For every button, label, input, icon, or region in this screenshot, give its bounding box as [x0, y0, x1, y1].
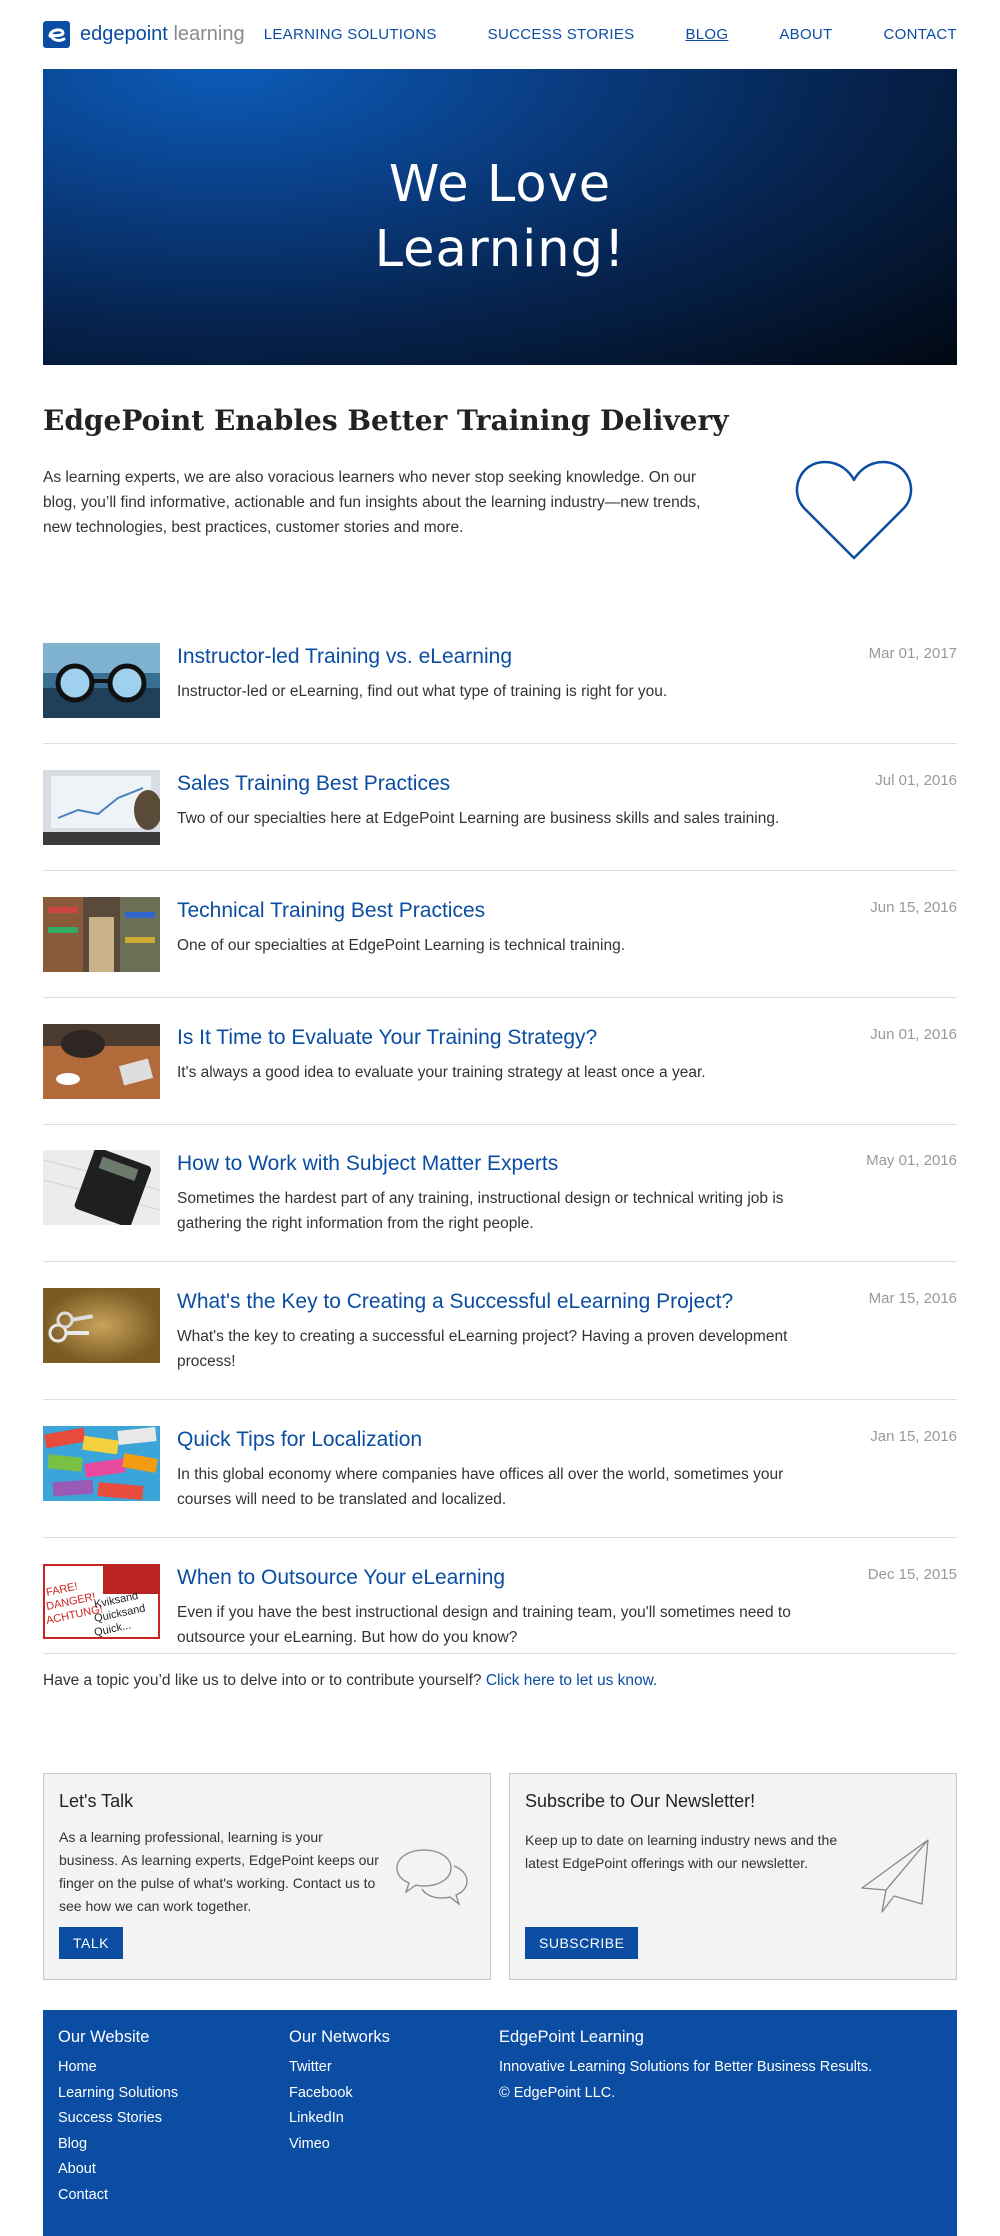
post-date: Jun 15, 2016	[870, 899, 957, 916]
footer-link-linkedin[interactable]: LinkedIn	[289, 2106, 390, 2132]
nav-blog[interactable]: BLOG	[685, 26, 728, 43]
list-item[interactable]: Instructor-led Training vs. eLearning In…	[43, 643, 957, 744]
post-title[interactable]: Sales Training Best Practices	[177, 772, 450, 796]
footer-networks-column: Our Networks Twitter Facebook LinkedIn V…	[289, 2028, 390, 2157]
chat-bubbles-icon	[396, 1849, 468, 1906]
newsletter-text: Keep up to date on learning industry new…	[525, 1832, 838, 1871]
post-thumbnail-store[interactable]	[43, 897, 160, 972]
post-desc: In this global economy where companies h…	[177, 1466, 784, 1508]
list-item[interactable]: Sales Training Best Practices Two of our…	[43, 770, 957, 871]
footer-company-heading: EdgePoint Learning	[499, 2028, 644, 2046]
list-item[interactable]: Technical Training Best Practices One of…	[43, 897, 957, 998]
post-title[interactable]: Instructor-led Training vs. eLearning	[177, 645, 512, 669]
lets-talk-title: Let's Talk	[59, 1791, 134, 1811]
footer-website-heading: Our Website	[58, 2028, 150, 2046]
list-item[interactable]: Is It Time to Evaluate Your Training Str…	[43, 1024, 957, 1125]
lets-talk-text: As a learning professional, learning is …	[59, 1829, 379, 1914]
post-thumbnail-keys[interactable]	[43, 1288, 160, 1363]
site-header: edgepoint learning LEARNING SOLUTIONS SU…	[43, 0, 957, 69]
footer-company-column: EdgePoint Learning Innovative Learning S…	[499, 2028, 872, 2106]
lets-talk-box: Let's Talk As a learning professional, l…	[43, 1773, 491, 1980]
post-desc: Even if you have the best instructional …	[177, 1604, 791, 1646]
heart-icon	[795, 460, 913, 560]
footer-link-facebook[interactable]: Facebook	[289, 2081, 390, 2107]
post-date: Dec 15, 2015	[867, 1566, 957, 1583]
post-title[interactable]: When to Outsource Your eLearning	[177, 1566, 505, 1590]
site-footer: Our Website Home Learning Solutions Succ…	[43, 2010, 957, 2236]
footer-link-blog[interactable]: Blog	[58, 2132, 178, 2158]
post-thumbnail-laptop[interactable]	[43, 770, 160, 845]
paper-plane-icon	[861, 1839, 929, 1913]
post-date: Jan 15, 2016	[870, 1428, 957, 1445]
post-thumbnail-quicksand-sign[interactable]: FARE! DANGER! ACHTUNG! Kviksand Quicksand Qui…	[43, 1564, 160, 1639]
post-title[interactable]: Technical Training Best Practices	[177, 899, 485, 923]
post-title[interactable]: What's the Key to Creating a Successful …	[177, 1290, 733, 1314]
post-title[interactable]: How to Work with Subject Matter Experts	[177, 1152, 558, 1176]
newsletter-title: Subscribe to Our Newsletter!	[525, 1791, 756, 1811]
nav-contact[interactable]: CONTACT	[884, 26, 957, 43]
subscribe-button[interactable]: SUBSCRIBE	[525, 1927, 639, 1959]
list-item[interactable]: Quick Tips for Localization In this glob…	[43, 1426, 957, 1538]
main-nav: LEARNING SOLUTIONS SUCCESS STORIES BLOG …	[264, 26, 957, 43]
post-title[interactable]: Is It Time to Evaluate Your Training Str…	[177, 1026, 597, 1050]
hero-title: We Love Learning!	[374, 155, 626, 279]
list-item[interactable]: What's the Key to Creating a Successful …	[43, 1288, 957, 1400]
footer-copyright: © EdgePoint LLC.	[499, 2084, 616, 2101]
post-desc: It's always a good idea to evaluate your…	[177, 1064, 706, 1081]
post-date: Mar 15, 2016	[868, 1290, 957, 1307]
post-date: Jun 01, 2016	[870, 1026, 957, 1043]
footer-link-contact[interactable]: Contact	[58, 2183, 178, 2209]
footer-tagline: Innovative Learning Solutions for Better…	[499, 2059, 873, 2075]
talk-button[interactable]: TALK	[59, 1927, 123, 1959]
nav-learning-solutions[interactable]: LEARNING SOLUTIONS	[264, 26, 437, 43]
newsletter-box: Subscribe to Our Newsletter! Keep up to …	[509, 1773, 957, 1980]
footer-networks-heading: Our Networks	[289, 2028, 390, 2046]
post-desc: What's the key to creating a successful …	[177, 1328, 788, 1370]
post-title[interactable]: Quick Tips for Localization	[177, 1428, 422, 1452]
post-thumbnail-meeting[interactable]	[43, 1024, 160, 1099]
post-thumbnail-labels[interactable]	[43, 1426, 160, 1501]
logo[interactable]: edgepoint learning	[43, 21, 245, 48]
post-date: Mar 01, 2017	[868, 645, 957, 662]
post-date: Jul 01, 2016	[875, 772, 957, 789]
post-date: May 01, 2016	[866, 1152, 957, 1169]
list-item[interactable]: How to Work with Subject Matter Experts …	[43, 1150, 957, 1262]
footer-link-twitter[interactable]: Twitter	[289, 2055, 390, 2081]
footer-link-home[interactable]: Home	[58, 2055, 178, 2081]
footer-link-vimeo[interactable]: Vimeo	[289, 2132, 390, 2158]
post-desc: One of our specialties at EdgePoint Lear…	[177, 937, 626, 954]
intro-text: As learning experts, we are also voracio…	[43, 469, 701, 536]
post-desc: Two of our specialties here at EdgePoint…	[177, 810, 780, 827]
post-desc: Sometimes the hardest part of any traini…	[177, 1190, 784, 1232]
footer-link-learning-solutions[interactable]: Learning Solutions	[58, 2081, 178, 2107]
topic-suggestion: Have a topic you’d like us to delve into…	[43, 1672, 658, 1689]
list-item[interactable]: FARE! DANGER! ACHTUNG! Kviksand Quicksand Qui…	[43, 1564, 957, 1654]
post-thumbnail-glasses[interactable]	[43, 643, 160, 718]
footer-link-about[interactable]: About	[58, 2157, 178, 2183]
nav-about[interactable]: ABOUT	[779, 26, 832, 43]
page-title: EdgePoint Enables Better Training Delive…	[43, 404, 729, 437]
edgepoint-logo-icon	[43, 21, 70, 48]
logo-wordmark: edgepoint learning	[80, 23, 245, 45]
footer-link-success-stories[interactable]: Success Stories	[58, 2106, 178, 2132]
post-thumbnail-calculator[interactable]	[43, 1150, 160, 1225]
post-desc: Instructor-led or eLearning, find out wh…	[177, 683, 668, 700]
nav-success-stories[interactable]: SUCCESS STORIES	[488, 26, 635, 43]
topic-suggestion-link[interactable]: Click here to let us know.	[486, 1672, 657, 1689]
footer-website-column: Our Website Home Learning Solutions Succ…	[58, 2028, 178, 2208]
hero-banner: We Love Learning!	[43, 69, 957, 365]
